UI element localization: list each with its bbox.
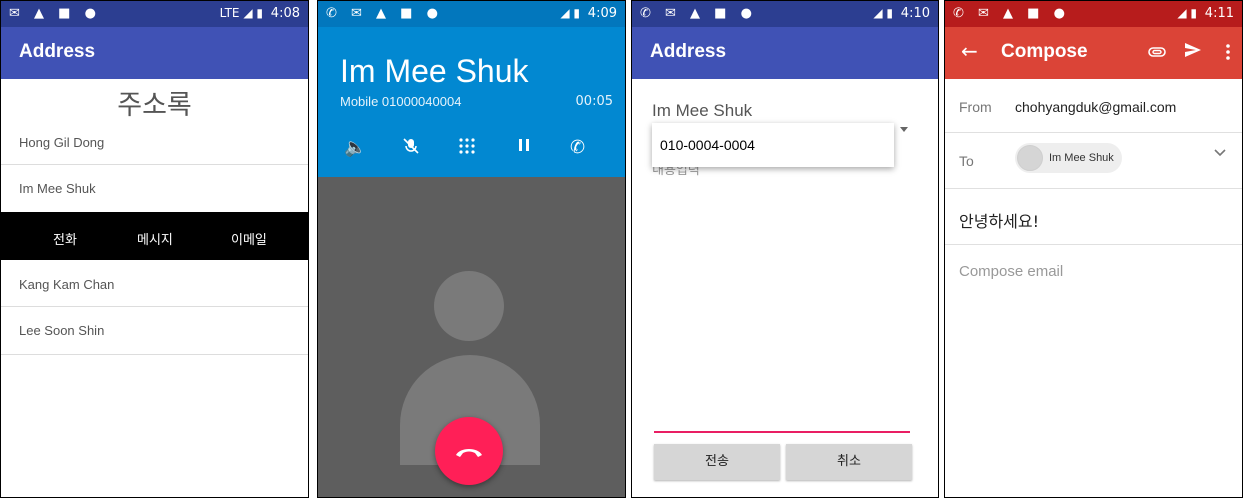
from-value[interactable]: chohyangduk@gmail.com	[1015, 99, 1176, 115]
speaker-icon[interactable]: 🔈	[344, 137, 366, 158]
clock: 4:10	[900, 6, 930, 21]
clock: 4:09	[587, 6, 617, 21]
recipient-chip-name: Im Mee Shuk	[1049, 152, 1114, 164]
add-call-icon[interactable]: ✆	[570, 137, 585, 158]
contact-item[interactable]: Im Mee Shuk	[1, 165, 308, 211]
input-underline	[654, 431, 910, 433]
clock: 4:08	[270, 6, 300, 21]
contact-item[interactable]: Kang Kam Chan	[1, 261, 308, 307]
attach-icon[interactable]	[1148, 39, 1166, 63]
signal-battery-icon: ◢ ▮	[873, 6, 893, 20]
page-heading: 주소록	[117, 90, 192, 121]
status-bar: ✆ ✉ ▲ ■ ● ◢ ▮ 4:09	[318, 1, 625, 27]
from-label: From	[959, 99, 992, 115]
status-right: ◢ ▮ 4:09	[560, 6, 617, 21]
more-options-icon[interactable]	[1226, 41, 1230, 65]
app-title: Compose	[1001, 41, 1088, 62]
avatar	[1017, 145, 1043, 171]
contact-name: Kang Kam Chan	[19, 277, 115, 292]
status-right: ◢ ▮ 4:11	[1177, 6, 1234, 21]
call-timer: 00:05	[575, 94, 613, 109]
app-bar: ← Compose	[945, 27, 1242, 79]
subject-field[interactable]: 안녕하세요!	[959, 208, 1039, 232]
status-bar: ✆ ✉ ▲ ■ ● ◢ ▮ 4:10	[632, 1, 938, 27]
status-right: ◢ ▮ 4:10	[873, 6, 930, 21]
call-controls: 🔈 ✆	[318, 133, 625, 163]
call-header: Im Mee Shuk Mobile 01000040004 00:05 🔈 ✆	[318, 27, 625, 177]
contact-name: Im Mee Shuk	[19, 181, 96, 196]
signal-battery-icon: ◢ ▮	[1177, 6, 1197, 20]
hangup-button[interactable]	[435, 417, 503, 485]
status-right: LTE ◢ ▮ 4:08	[220, 6, 300, 21]
notification-icons: ✉ ▲ ■ ●	[9, 6, 101, 21]
app-bar: Address	[632, 27, 938, 79]
dialpad-icon[interactable]	[458, 137, 476, 162]
caller-avatar-area	[318, 177, 625, 497]
dropdown-option[interactable]: 010-0004-0004	[660, 137, 755, 153]
contact-name: Lee Soon Shin	[19, 323, 105, 338]
in-call-screen: ✆ ✉ ▲ ■ ● ◢ ▮ 4:09 Im Mee Shuk Mobile 01…	[317, 0, 626, 498]
app-bar: Address	[1, 27, 308, 79]
from-row: From chohyangduk@gmail.com	[945, 79, 1242, 133]
mute-icon[interactable]	[402, 137, 420, 160]
sms-compose-screen: ✆ ✉ ▲ ■ ● ◢ ▮ 4:10 Address Im Mee Shuk 내…	[631, 0, 939, 498]
status-bar: ✆ ✉ ▲ ■ ● ◢ ▮ 4:11	[945, 1, 1242, 27]
caller-number: Mobile 01000040004	[340, 94, 462, 109]
message-action[interactable]: 메시지	[137, 229, 173, 248]
contact-item[interactable]: Hong Gil Dong	[1, 119, 308, 165]
to-row[interactable]: To Im Mee Shuk	[945, 133, 1242, 189]
status-bar: ✉ ▲ ■ ● LTE ◢ ▮ 4:08	[1, 1, 308, 27]
phone-number-dropdown[interactable]: 010-0004-0004	[652, 123, 894, 167]
contact-name: Hong Gil Dong	[19, 135, 105, 150]
send-button[interactable]: 전송	[654, 444, 780, 480]
clock: 4:11	[1204, 6, 1234, 21]
notification-icons: ✆ ✉ ▲ ■ ●	[640, 6, 757, 21]
pause-icon[interactable]	[517, 137, 531, 158]
signal-battery-icon: ◢ ▮	[560, 6, 580, 20]
recipient-chip[interactable]: Im Mee Shuk	[1015, 143, 1122, 173]
chevron-down-icon[interactable]	[1214, 145, 1226, 161]
compose-body-input[interactable]: Compose email	[959, 263, 1063, 280]
dropdown-arrow-icon[interactable]	[900, 127, 908, 132]
call-action[interactable]: 전화	[53, 229, 77, 248]
app-title: Address	[19, 41, 96, 62]
phone-hangup-icon	[456, 449, 482, 457]
send-icon[interactable]	[1184, 39, 1202, 63]
notification-icons: ✆ ✉ ▲ ■ ●	[953, 6, 1070, 21]
email-action[interactable]: 이메일	[231, 229, 267, 248]
signal-battery-icon: LTE ◢ ▮	[219, 6, 263, 20]
caller-name: Im Mee Shuk	[340, 53, 529, 89]
recipient-name: Im Mee Shuk	[652, 101, 753, 120]
contact-action-bar: 전화 메시지 이메일	[1, 212, 308, 260]
cancel-button[interactable]: 취소	[786, 444, 912, 480]
avatar-head-icon	[434, 271, 504, 341]
address-book-screen: ✉ ▲ ■ ● LTE ◢ ▮ 4:08 Address 주소록 Hong Gi…	[0, 0, 309, 498]
back-arrow-icon[interactable]: ←	[961, 39, 978, 63]
app-title: Address	[650, 41, 727, 62]
notification-icons: ✆ ✉ ▲ ■ ●	[326, 6, 443, 21]
contact-item[interactable]: Lee Soon Shin	[1, 307, 308, 355]
email-compose-screen: ✆ ✉ ▲ ■ ● ◢ ▮ 4:11 ← Compose From chohya…	[944, 0, 1243, 498]
subject-row[interactable]: 안녕하세요!	[945, 189, 1242, 245]
to-label: To	[959, 153, 974, 169]
